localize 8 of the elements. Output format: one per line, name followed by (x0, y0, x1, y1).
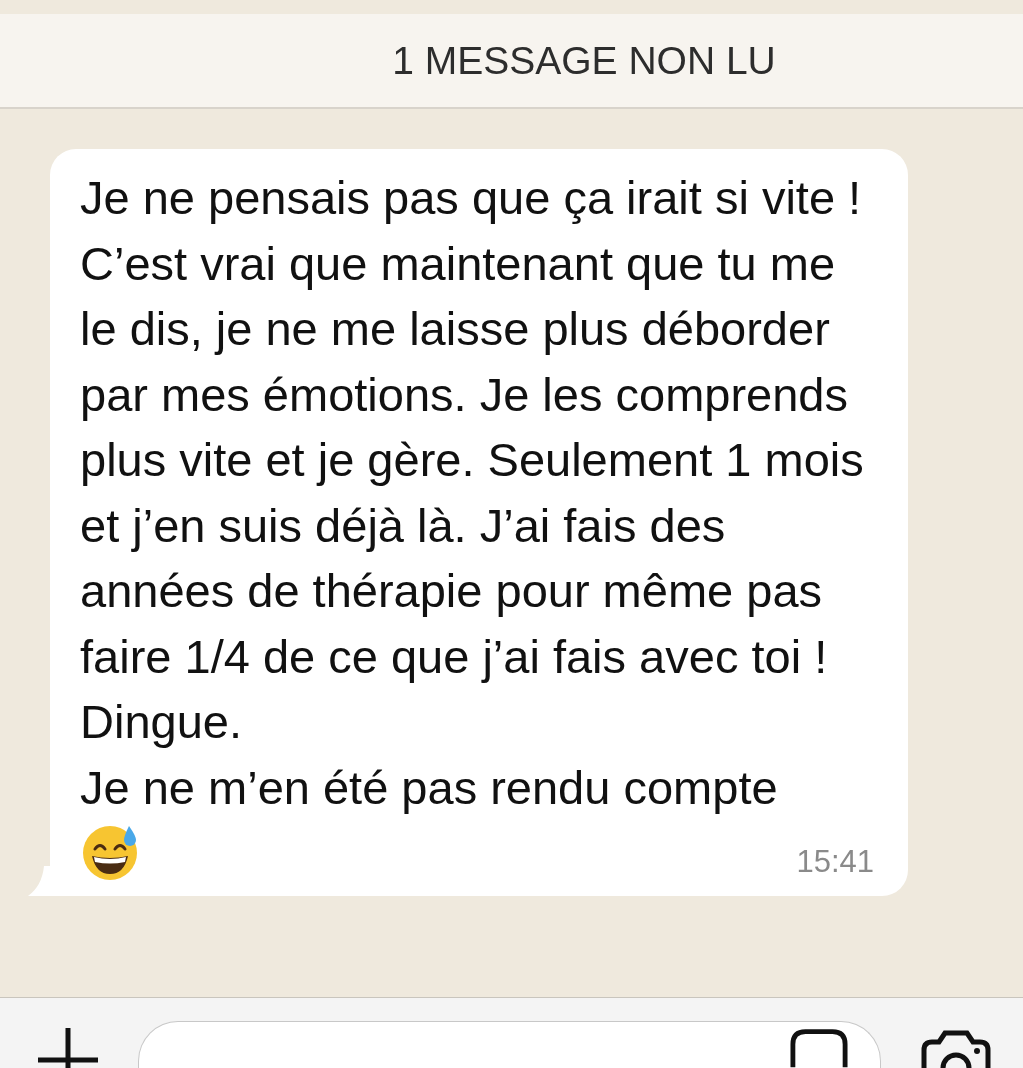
plus-icon[interactable] (38, 1028, 98, 1068)
message-input[interactable] (138, 1021, 881, 1068)
message-time: 15:41 (796, 844, 874, 880)
message-text: C’est vrai que maintenant que tu me le dis, je ne me laisse plus déborder par mes émotions. Je les comprends plus vite et je gère. Seulement 1 mois et j’en suis déjà là. J’ai fais des années de thérapie pour même pas faire 1/4 de ce que j’ai fais avec toi ! Dingue. (80, 235, 865, 750)
message-text: Je ne m’en été pas rendu compte (80, 759, 779, 816)
unread-banner: 1 MESSAGE NON LU (0, 14, 1023, 109)
camera-icon[interactable] (921, 1028, 991, 1068)
message-text: Je ne pensais pas que ça irait si vite ! (80, 170, 863, 226)
